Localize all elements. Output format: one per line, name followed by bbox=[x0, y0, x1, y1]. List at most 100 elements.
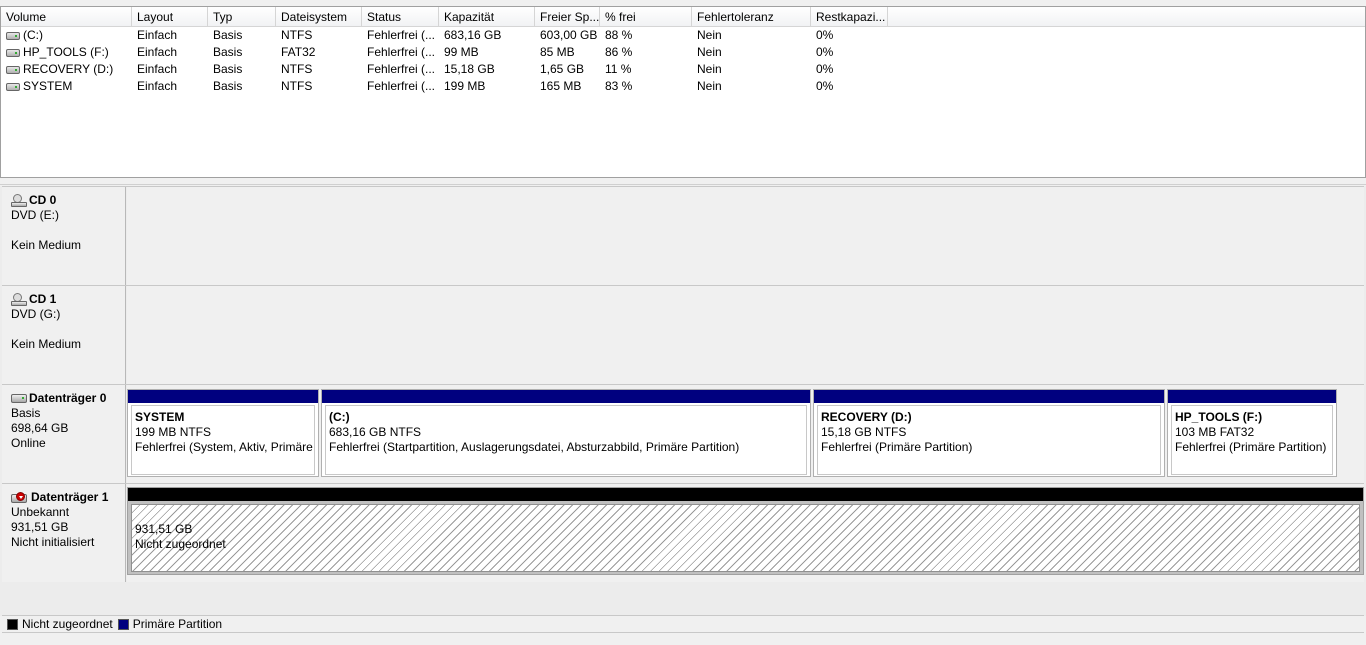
cell-status: Fehlerfrei (... bbox=[367, 62, 436, 76]
cell-typ: Basis bbox=[213, 62, 243, 76]
volume-list-header: Volume Layout Typ Dateisystem Status Kap… bbox=[1, 7, 1365, 27]
column-header-prozent-frei[interactable]: % frei bbox=[600, 7, 692, 27]
table-row[interactable]: (C:) Einfach Basis NTFS Fehlerfrei (... … bbox=[1, 27, 1365, 44]
column-header-dateisystem[interactable]: Dateisystem bbox=[276, 7, 362, 27]
partition-size: 683,16 GB NTFS bbox=[329, 425, 422, 439]
drive-icon bbox=[6, 82, 20, 91]
volume-name: HP_TOOLS (F:) bbox=[23, 45, 109, 59]
table-row[interactable]: RECOVERY (D:) Einfach Basis NTFS Fehlerf… bbox=[1, 61, 1365, 78]
cell-frei: 85 MB bbox=[540, 45, 575, 59]
disk-size: 698,64 GB bbox=[11, 421, 69, 435]
partition-system[interactable]: SYSTEM 199 MB NTFS Fehlerfrei (System, A… bbox=[127, 389, 319, 477]
unallocated-space[interactable]: 931,51 GB Nicht zugeordnet bbox=[127, 487, 1364, 575]
cell-typ: Basis bbox=[213, 28, 243, 42]
cell-rest: 0% bbox=[816, 45, 834, 59]
primary-partition-bar bbox=[128, 390, 318, 403]
cell-layout: Einfach bbox=[137, 62, 178, 76]
disk-label-cd1[interactable]: CD 1 DVD (G:) Kein Medium bbox=[2, 286, 126, 384]
unallocated-bar bbox=[128, 488, 1363, 501]
cell-status: Fehlerfrei (... bbox=[367, 45, 436, 59]
partition-size: 199 MB NTFS bbox=[135, 425, 212, 439]
cell-kapazitaet: 15,18 GB bbox=[444, 62, 495, 76]
column-header-volume[interactable]: Volume bbox=[1, 7, 132, 27]
disk-title: Datenträger 0 bbox=[29, 391, 107, 405]
disk-body-cd0 bbox=[127, 187, 1364, 285]
hard-disk-error-icon bbox=[11, 491, 29, 504]
cell-fehlertoleranz: Nein bbox=[697, 79, 722, 93]
disk-size: 931,51 GB bbox=[11, 520, 69, 534]
partition-name: HP_TOOLS (F:) bbox=[1175, 410, 1263, 424]
partition-hp-tools[interactable]: HP_TOOLS (F:) 103 MB FAT32 Fehlerfrei (P… bbox=[1167, 389, 1337, 477]
column-header-typ[interactable]: Typ bbox=[208, 7, 276, 27]
cell-fehlertoleranz: Nein bbox=[697, 62, 722, 76]
disk-type: DVD (G:) bbox=[11, 307, 61, 321]
column-header-fehlertoleranz[interactable]: Fehlertoleranz bbox=[692, 7, 811, 27]
partition-c[interactable]: (C:) 683,16 GB NTFS Fehlerfrei (Startpar… bbox=[321, 389, 811, 477]
cell-layout: Einfach bbox=[137, 28, 178, 42]
cell-prozent: 83 % bbox=[605, 79, 633, 93]
partition-size: 15,18 GB NTFS bbox=[821, 425, 907, 439]
column-header-freier-speicher[interactable]: Freier Sp... bbox=[535, 7, 600, 27]
cell-rest: 0% bbox=[816, 28, 834, 42]
disk-row-cd0[interactable]: CD 0 DVD (E:) Kein Medium bbox=[2, 186, 1364, 285]
cell-typ: Basis bbox=[213, 79, 243, 93]
cell-fehlertoleranz: Nein bbox=[697, 45, 722, 59]
cell-rest: 0% bbox=[816, 62, 834, 76]
disk-title: Datenträger 1 bbox=[31, 490, 109, 504]
disk-status: Kein Medium bbox=[11, 337, 82, 351]
cell-layout: Einfach bbox=[137, 45, 178, 59]
cell-kapazitaet: 99 MB bbox=[444, 45, 479, 59]
disk-view: CD 0 DVD (E:) Kein Medium CD 1 DVD (G:) … bbox=[0, 186, 1366, 616]
cell-prozent: 86 % bbox=[605, 45, 633, 59]
disk-label-disk1[interactable]: Datenträger 1 Unbekannt 931,51 GB Nicht … bbox=[2, 484, 126, 582]
cell-dateisystem: NTFS bbox=[281, 28, 313, 42]
legend-swatch bbox=[117, 618, 129, 630]
partition-status: Fehlerfrei (Primäre Partition) bbox=[821, 440, 973, 454]
cell-layout: Einfach bbox=[137, 79, 178, 93]
legend-label: Nicht zugeordnet bbox=[22, 617, 113, 631]
disk-status: Nicht initialisiert bbox=[11, 535, 95, 549]
cell-kapazitaet: 199 MB bbox=[444, 79, 486, 93]
cell-prozent: 11 % bbox=[605, 62, 632, 76]
legend-label: Primäre Partition bbox=[132, 617, 223, 631]
disk-row-disk0[interactable]: Datenträger 0 Basis 698,64 GB Online SYS… bbox=[2, 384, 1364, 483]
disk-title: CD 1 bbox=[29, 292, 57, 306]
cell-frei: 603,00 GB bbox=[540, 28, 598, 42]
drive-icon bbox=[6, 31, 20, 40]
cell-status: Fehlerfrei (... bbox=[367, 79, 436, 93]
cell-rest: 0% bbox=[816, 79, 834, 93]
primary-partition-bar bbox=[1168, 390, 1336, 403]
cell-fehlertoleranz: Nein bbox=[697, 28, 722, 42]
disk-label-disk0[interactable]: Datenträger 0 Basis 698,64 GB Online bbox=[2, 385, 126, 483]
partition-name: RECOVERY (D:) bbox=[821, 410, 912, 424]
partition-status: Fehlerfrei (System, Aktiv, Primäre bbox=[135, 440, 313, 454]
partition-recovery[interactable]: RECOVERY (D:) 15,18 GB NTFS Fehlerfrei (… bbox=[813, 389, 1165, 477]
cell-frei: 1,65 GB bbox=[540, 62, 585, 76]
column-header-layout[interactable]: Layout bbox=[132, 7, 208, 27]
disk-row-cd1[interactable]: CD 1 DVD (G:) Kein Medium bbox=[2, 285, 1364, 384]
legend-swatch bbox=[7, 618, 18, 630]
table-row[interactable]: SYSTEM Einfach Basis NTFS Fehlerfrei (..… bbox=[1, 78, 1365, 95]
volume-list[interactable]: Volume Layout Typ Dateisystem Status Kap… bbox=[0, 6, 1366, 178]
disk-type: DVD (E:) bbox=[11, 208, 59, 222]
disk-row-disk1[interactable]: Datenträger 1 Unbekannt 931,51 GB Nicht … bbox=[2, 483, 1364, 582]
legend-item-primary: Primäre Partition bbox=[117, 617, 223, 631]
partition-status: Fehlerfrei (Primäre Partition) bbox=[1175, 440, 1327, 454]
disk-type: Unbekannt bbox=[11, 505, 70, 519]
drive-icon bbox=[6, 65, 20, 74]
volume-name: (C:) bbox=[23, 28, 43, 42]
partition-size: 103 MB FAT32 bbox=[1175, 425, 1255, 439]
pane-splitter[interactable] bbox=[0, 179, 1366, 185]
partition-status: Fehlerfrei (Startpartition, Auslagerungs… bbox=[329, 440, 740, 454]
volume-name: RECOVERY (D:) bbox=[23, 62, 114, 76]
cd-drive-icon bbox=[11, 292, 27, 307]
disk-label-cd0[interactable]: CD 0 DVD (E:) Kein Medium bbox=[2, 187, 126, 285]
column-header-status[interactable]: Status bbox=[362, 7, 439, 27]
cell-dateisystem: FAT32 bbox=[281, 45, 316, 59]
disk-status: Kein Medium bbox=[11, 238, 82, 252]
table-row[interactable]: HP_TOOLS (F:) Einfach Basis FAT32 Fehler… bbox=[1, 44, 1365, 61]
column-header-restkapazitaet[interactable]: Restkapazi... bbox=[811, 7, 888, 27]
hard-disk-icon bbox=[11, 394, 27, 403]
primary-partition-bar bbox=[322, 390, 810, 403]
column-header-kapazitaet[interactable]: Kapazität bbox=[439, 7, 535, 27]
